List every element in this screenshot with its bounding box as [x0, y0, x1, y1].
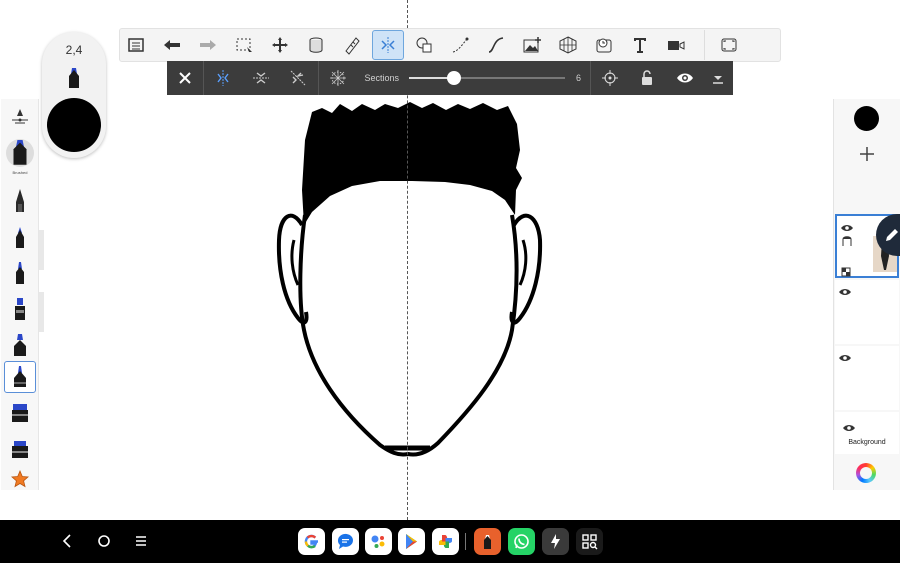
airbrush-icon[interactable]: [4, 329, 36, 361]
layer-panel: Background: [833, 99, 900, 490]
layer-color-swatch[interactable]: [854, 106, 879, 131]
layer-2[interactable]: [835, 280, 899, 344]
pen-brush-icon[interactable]: [4, 221, 36, 253]
back-icon[interactable]: [57, 531, 77, 551]
selected-brush-icon[interactable]: [4, 361, 36, 393]
sections-label: Sections: [364, 73, 400, 83]
chisel-marker-icon[interactable]: [4, 395, 36, 427]
background-layer[interactable]: Background: [835, 412, 899, 454]
photos-app-icon[interactable]: [432, 528, 459, 555]
transform-icon[interactable]: [264, 30, 296, 60]
ruler-icon[interactable]: [336, 30, 368, 60]
lock-icon[interactable]: [628, 61, 666, 95]
shapes-icon[interactable]: [408, 30, 440, 60]
pencil-brush-icon[interactable]: [4, 185, 36, 217]
eye-icon[interactable]: [843, 419, 855, 437]
brush-name: Brushed: [12, 170, 28, 175]
shortcut-app-icon[interactable]: [542, 528, 569, 555]
brush-puck[interactable]: 2,4: [42, 32, 106, 158]
palette-handle[interactable]: [39, 230, 44, 270]
visibility-icon[interactable]: [666, 61, 704, 95]
palette-handle-2[interactable]: [39, 292, 44, 332]
blend-mode-icon[interactable]: [842, 234, 852, 252]
stroke-icon[interactable]: [444, 30, 476, 60]
play-store-app-icon[interactable]: [398, 528, 425, 555]
ink-brush-icon[interactable]: [4, 257, 36, 289]
slider-knob[interactable]: [447, 71, 462, 85]
collapse-icon[interactable]: [703, 61, 733, 95]
brush-preview-icon: [66, 68, 82, 95]
selection-icon[interactable]: [228, 30, 260, 60]
perspective-icon[interactable]: [552, 30, 584, 60]
system-navigation-bar: [0, 520, 900, 563]
color-swatch[interactable]: [47, 98, 101, 152]
app-drawer-icon[interactable]: [576, 528, 603, 555]
layer-3[interactable]: [835, 346, 899, 410]
fullscreen-icon[interactable]: [713, 30, 745, 60]
assistant-app-icon[interactable]: [365, 528, 392, 555]
brush-settings-icon[interactable]: [4, 101, 36, 133]
horizontal-symmetry-icon[interactable]: [243, 61, 279, 95]
marker-brush-icon[interactable]: [4, 293, 36, 325]
eye-icon[interactable]: [839, 349, 851, 367]
symmetry-icon[interactable]: [372, 30, 404, 60]
import-image-icon[interactable]: [516, 30, 548, 60]
add-layer-icon[interactable]: [854, 141, 880, 167]
messages-app-icon[interactable]: [332, 528, 359, 555]
text-icon[interactable]: [624, 30, 656, 60]
sections-value: 6: [576, 73, 582, 83]
center-target-icon[interactable]: [591, 61, 629, 95]
symmetry-options-bar: Sections 6: [167, 61, 733, 95]
google-app-icon[interactable]: [298, 528, 325, 555]
redo-icon[interactable]: [192, 30, 224, 60]
home-icon[interactable]: [94, 531, 114, 551]
radial-symmetry-icon[interactable]: [279, 61, 318, 95]
curve-icon[interactable]: [480, 30, 512, 60]
drawing-app: 2,4 Sections 6 Brushed Background: [0, 0, 900, 563]
undo-icon[interactable]: [156, 30, 188, 60]
fill-icon[interactable]: [300, 30, 332, 60]
wide-marker-icon[interactable]: [4, 431, 36, 463]
eye-icon[interactable]: [839, 283, 851, 301]
whatsapp-app-icon[interactable]: [508, 528, 535, 555]
favorites-star-icon[interactable]: [4, 463, 36, 495]
color-wheel-icon[interactable]: [856, 463, 876, 483]
record-icon[interactable]: [660, 30, 692, 60]
sections-slider[interactable]: [409, 61, 566, 95]
sketchbook-app-icon[interactable]: [474, 528, 501, 555]
vertical-symmetry-icon[interactable]: [204, 61, 243, 95]
gallery-icon[interactable]: [120, 30, 152, 60]
recents-icon[interactable]: [131, 531, 151, 551]
main-toolbar: [119, 28, 781, 62]
kaleidoscope-icon[interactable]: [319, 61, 357, 95]
close-icon[interactable]: [167, 61, 203, 95]
brush-palette: Brushed: [1, 99, 39, 490]
background-label: Background: [848, 439, 886, 446]
dock-divider: [465, 533, 466, 550]
time-lapse-icon[interactable]: [588, 30, 620, 60]
current-brush-icon[interactable]: [4, 137, 36, 169]
brush-size-value[interactable]: 2,4: [42, 43, 106, 57]
